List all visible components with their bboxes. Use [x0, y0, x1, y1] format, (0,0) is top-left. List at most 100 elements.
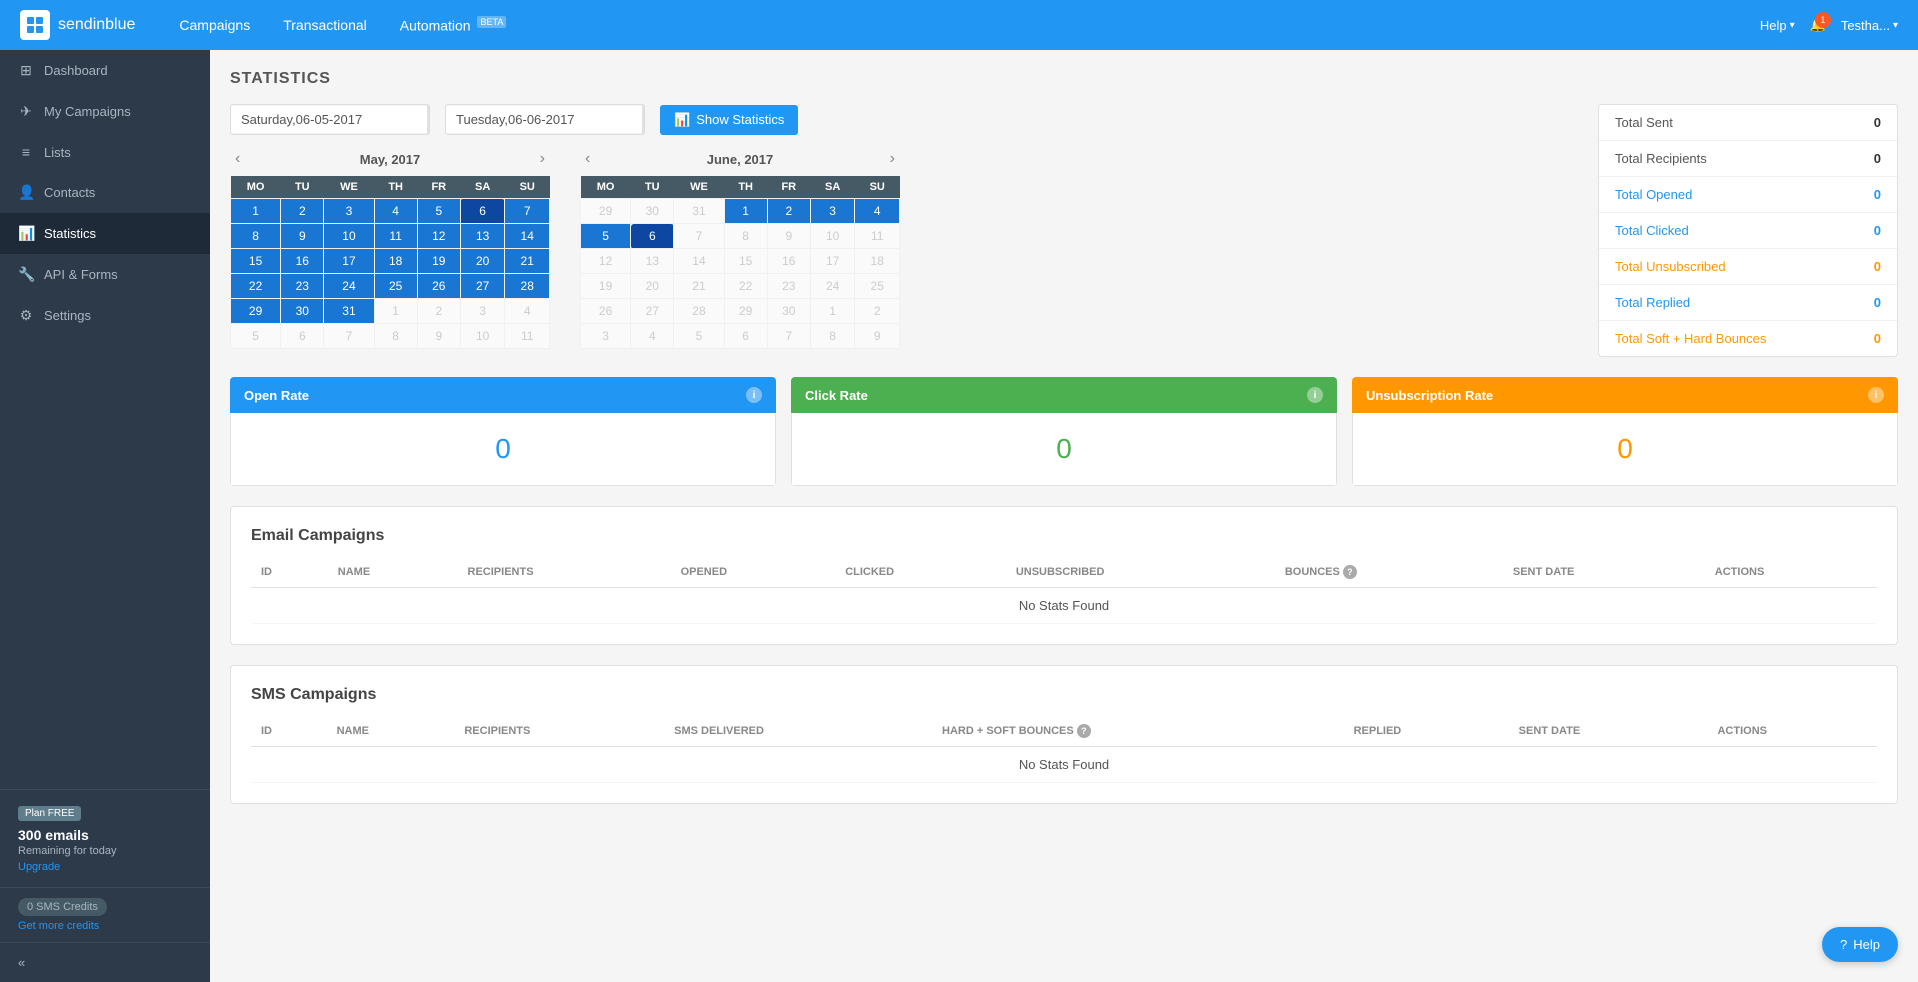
nav-campaigns[interactable]: Campaigns [165, 11, 264, 40]
calendar-day[interactable]: 2 [281, 199, 324, 224]
calendar-day[interactable]: 8 [231, 224, 281, 249]
info-icon[interactable]: i [1868, 387, 1884, 403]
sms-credits-badge[interactable]: 0 SMS Credits [18, 898, 107, 916]
stats-summary-panel: Total Sent0Total Recipients0Total Opened… [1598, 104, 1898, 357]
may-prev-button[interactable]: ‹ [230, 150, 245, 168]
end-date-calendar-button[interactable]: 📅 [642, 105, 645, 134]
start-date-input[interactable] [231, 106, 427, 133]
info-icon[interactable]: i [746, 387, 762, 403]
calendar-day[interactable]: 6 [631, 224, 674, 249]
rate-box-value: 0 [791, 413, 1337, 486]
calendar-day: 2 [855, 299, 900, 324]
calendar-day[interactable]: 16 [281, 249, 324, 274]
calendar-day: 31 [674, 199, 724, 224]
stats-label: Total Sent [1615, 115, 1673, 130]
calendar-day[interactable]: 28 [505, 274, 550, 299]
sms-bounces-info-icon[interactable]: ? [1077, 724, 1091, 738]
june-prev-button[interactable]: ‹ [580, 150, 595, 168]
calendar-day[interactable]: 20 [460, 249, 505, 274]
calendar-day[interactable]: 30 [281, 299, 324, 324]
logo[interactable]: sendinblue [20, 10, 135, 40]
nav-transactional[interactable]: Transactional [269, 11, 381, 40]
floating-help-button[interactable]: ? Help [1822, 927, 1898, 962]
calendar-day[interactable]: 19 [417, 249, 460, 274]
calendar-day[interactable]: 7 [505, 199, 550, 224]
email-campaigns-title: Email Campaigns [251, 527, 1877, 545]
calendar-day[interactable]: 13 [460, 224, 505, 249]
calendar-day[interactable]: 25 [374, 274, 417, 299]
sidebar-item-my-campaigns[interactable]: ✈ My Campaigns [0, 91, 210, 132]
calendar-day: 28 [674, 299, 724, 324]
calendar-day[interactable]: 21 [505, 249, 550, 274]
may-next-button[interactable]: › [535, 150, 550, 168]
sms-col-header: REPLIED [1344, 716, 1509, 747]
user-menu-button[interactable]: Testha... ▾ [1841, 18, 1898, 33]
calendar-day[interactable]: 29 [231, 299, 281, 324]
june-next-button[interactable]: › [885, 150, 900, 168]
sidebar-item-settings[interactable]: ⚙ Settings [0, 295, 210, 336]
calendar-day: 26 [581, 299, 631, 324]
campaigns-icon: ✈ [18, 103, 34, 120]
calendar-day[interactable]: 22 [231, 274, 281, 299]
main-content: STATISTICS 📅 📅 📊 Show Statistic [210, 50, 1918, 982]
get-more-credits-link[interactable]: Get more credits [18, 920, 192, 932]
sidebar-collapse-button[interactable]: « [0, 942, 210, 982]
calendar-day[interactable]: 17 [324, 249, 374, 274]
bounces-info-icon[interactable]: ? [1343, 565, 1357, 579]
calendar-day[interactable]: 11 [374, 224, 417, 249]
notification-button[interactable]: 🔔 1 [1810, 17, 1826, 33]
help-button[interactable]: Help ▾ [1760, 18, 1795, 33]
june-header-we: WE [674, 176, 724, 199]
show-statistics-button[interactable]: 📊 Show Statistics [660, 105, 798, 135]
start-date-calendar-button[interactable]: 📅 [427, 105, 430, 134]
calendar-day[interactable]: 23 [281, 274, 324, 299]
sidebar-item-dashboard[interactable]: ⊞ Dashboard [0, 50, 210, 91]
rate-box: Unsubscription Rate i 0 [1352, 377, 1898, 486]
calendar-day: 22 [724, 274, 767, 299]
calendar-day: 3 [460, 299, 505, 324]
sidebar-item-api-forms[interactable]: 🔧 API & Forms [0, 254, 210, 295]
calendar-day[interactable]: 10 [324, 224, 374, 249]
plan-section: Plan FREE 300 emails Remaining for today… [0, 789, 210, 887]
sidebar-item-lists[interactable]: ≡ Lists [0, 132, 210, 172]
nav-automation[interactable]: Automation BETA [386, 11, 521, 40]
calendar-day[interactable]: 6 [460, 199, 505, 224]
email-col-header: UNSUBSCRIBED [1006, 557, 1275, 588]
calendar-day: 7 [767, 324, 810, 349]
dashboard-icon: ⊞ [18, 62, 34, 79]
calendar-day[interactable]: 5 [417, 199, 460, 224]
calendar-day: 9 [417, 324, 460, 349]
calendar-day[interactable]: 3 [324, 199, 374, 224]
calendar-day[interactable]: 31 [324, 299, 374, 324]
calendar-day[interactable]: 4 [855, 199, 900, 224]
calendar-day: 6 [724, 324, 767, 349]
end-date-input-wrap: 📅 [445, 104, 645, 135]
calendar-day[interactable]: 1 [724, 199, 767, 224]
calendar-day[interactable]: 3 [810, 199, 855, 224]
rate-box-label: Unsubscription Rate [1366, 388, 1493, 403]
calendar-day[interactable]: 24 [324, 274, 374, 299]
end-date-input[interactable] [446, 106, 642, 133]
calendar-day[interactable]: 9 [281, 224, 324, 249]
info-icon[interactable]: i [1307, 387, 1323, 403]
sidebar-item-contacts[interactable]: 👤 Contacts [0, 172, 210, 213]
stats-summary-row: Total Sent0 [1599, 105, 1897, 141]
june-calendar-title: June, 2017 [707, 152, 774, 167]
calendar-day[interactable]: 15 [231, 249, 281, 274]
calendar-day[interactable]: 12 [417, 224, 460, 249]
rate-boxes: Open Rate i 0 Click Rate i 0 Unsubscript… [230, 377, 1898, 486]
calendar-day[interactable]: 26 [417, 274, 460, 299]
calendar-day[interactable]: 1 [231, 199, 281, 224]
calendar-day: 4 [505, 299, 550, 324]
calendar-day[interactable]: 18 [374, 249, 417, 274]
calendar-day[interactable]: 4 [374, 199, 417, 224]
table-row: No Stats Found [251, 747, 1877, 783]
calendar-day[interactable]: 2 [767, 199, 810, 224]
calendar-day: 21 [674, 274, 724, 299]
calendar-day[interactable]: 5 [581, 224, 631, 249]
calendar-day[interactable]: 14 [505, 224, 550, 249]
calendar-day[interactable]: 27 [460, 274, 505, 299]
upgrade-link[interactable]: Upgrade [18, 861, 192, 873]
sidebar-item-statistics[interactable]: 📊 Statistics [0, 213, 210, 254]
calendar-day: 10 [460, 324, 505, 349]
